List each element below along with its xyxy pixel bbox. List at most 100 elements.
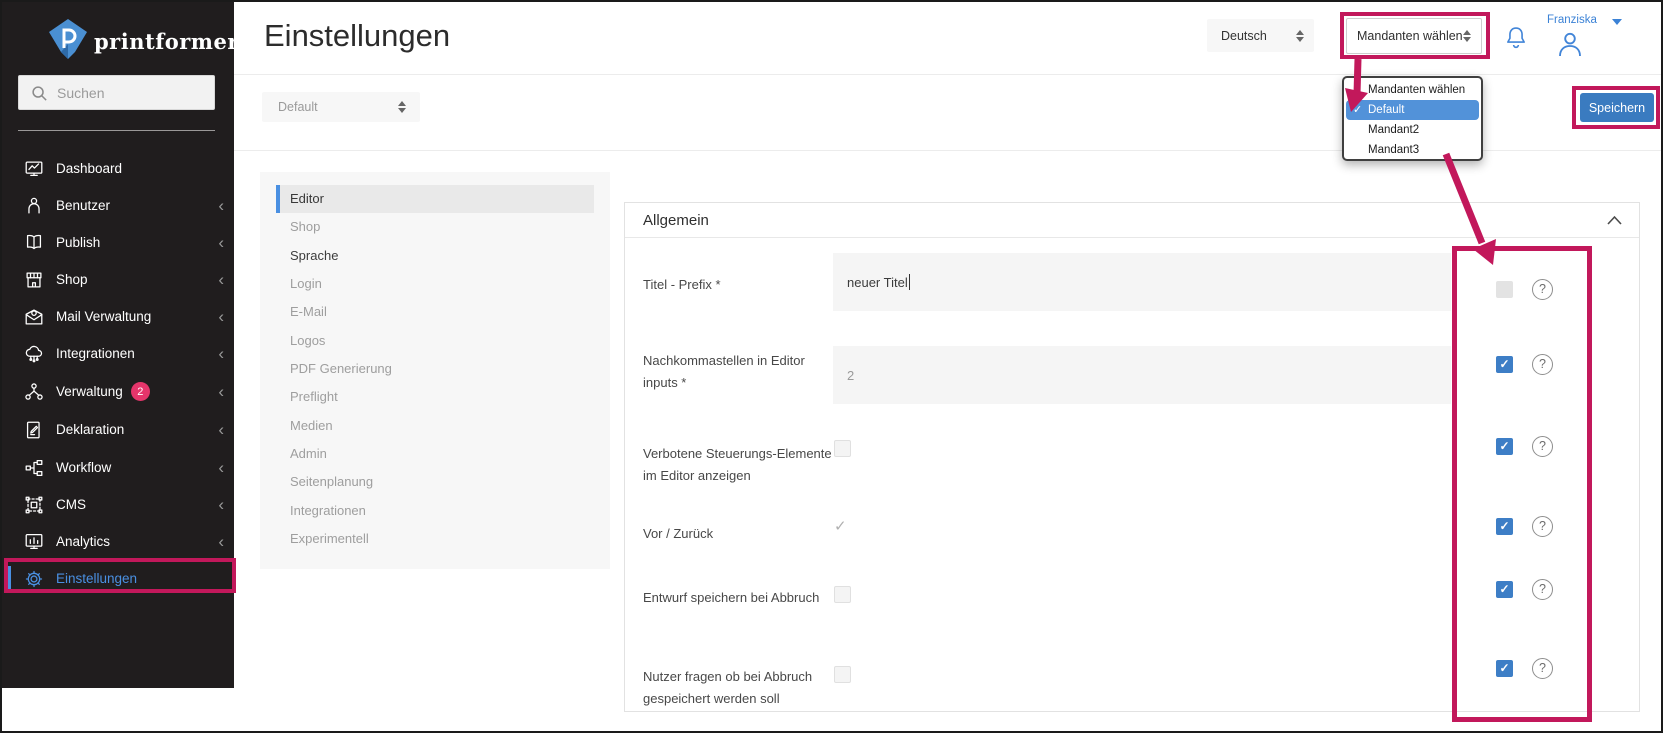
check-icon: ✓ bbox=[1353, 100, 1362, 120]
override-checkbox-row1[interactable] bbox=[1496, 281, 1513, 298]
user-caret-down-icon[interactable] bbox=[1612, 19, 1622, 25]
check-icon: ✓ bbox=[1499, 519, 1509, 533]
override-checkbox-row2[interactable]: ✓ bbox=[1496, 356, 1513, 373]
nutzer-fragen-checkbox[interactable] bbox=[834, 666, 851, 683]
page-title: Einstellungen bbox=[264, 18, 450, 54]
user-name[interactable]: Franziska bbox=[1547, 14, 1597, 26]
field-label-nutzer-fragen: Nutzer fragen ob bei Abbruch gespeichert… bbox=[643, 666, 838, 710]
sidebar-item-label: Benutzer bbox=[56, 198, 110, 213]
settings-nav-item-shop[interactable]: Shop bbox=[276, 213, 594, 241]
tenant-scope-value: Default bbox=[278, 100, 318, 114]
chevron-left-icon: ‹ bbox=[218, 310, 224, 324]
tenant-dropdown-menu: Mandanten wählen ✓Default Mandant2 Manda… bbox=[1342, 76, 1483, 161]
field-label-entwurf-speichern: Entwurf speichern bei Abbruch bbox=[643, 587, 838, 609]
dropdown-item-mandanten-waehlen[interactable]: Mandanten wählen bbox=[1344, 80, 1481, 100]
settings-nav: Editor Shop Sprache Login E-Mail Logos P… bbox=[260, 172, 610, 569]
settings-nav-item-seitenplanung[interactable]: Seitenplanung bbox=[276, 468, 594, 496]
search-input[interactable] bbox=[57, 76, 207, 109]
field-label-titel-prefix: Titel - Prefix * bbox=[643, 274, 838, 296]
help-icon-row2[interactable]: ? bbox=[1532, 354, 1553, 375]
override-checkbox-row3[interactable]: ✓ bbox=[1496, 438, 1513, 455]
settings-nav-item-login[interactable]: Login bbox=[276, 270, 594, 298]
help-icon-row1[interactable]: ? bbox=[1532, 279, 1553, 300]
tenant-select-value: Mandanten wählen bbox=[1357, 29, 1463, 43]
check-icon: ✓ bbox=[1499, 439, 1509, 453]
sidebar-item-shop[interactable]: Shop ‹ bbox=[2, 261, 234, 298]
cloud-icon bbox=[22, 342, 46, 366]
field-label-vor-zurueck: Vor / Zurück bbox=[643, 523, 838, 545]
tenant-select[interactable]: Mandanten wählen bbox=[1346, 18, 1482, 54]
sidebar-item-analytics[interactable]: Analytics ‹ bbox=[2, 523, 234, 560]
override-checkbox-row5[interactable]: ✓ bbox=[1496, 581, 1513, 598]
help-icon-row5[interactable]: ? bbox=[1532, 579, 1553, 600]
dropdown-item-mandant2[interactable]: Mandant2 bbox=[1344, 120, 1481, 140]
settings-nav-item-pdf-generierung[interactable]: PDF Generierung bbox=[276, 355, 594, 383]
vor-zurueck-checkmark[interactable]: ✓ bbox=[834, 517, 847, 535]
nachkommastellen-input[interactable]: 2 bbox=[833, 346, 1451, 404]
help-icon-row4[interactable]: ? bbox=[1532, 516, 1553, 537]
dropdown-item-mandant3[interactable]: Mandant3 bbox=[1344, 140, 1481, 160]
settings-nav-item-logos[interactable]: Logos bbox=[276, 327, 594, 355]
sidebar-item-einstellungen[interactable]: Einstellungen bbox=[2, 560, 234, 597]
chevron-left-icon: ‹ bbox=[218, 423, 224, 437]
select-stepper-icon bbox=[1295, 29, 1304, 43]
settings-nav-item-preflight[interactable]: Preflight bbox=[276, 383, 594, 411]
settings-nav-item-email[interactable]: E-Mail bbox=[276, 298, 594, 326]
sidebar-item-label: Dashboard bbox=[56, 161, 122, 176]
active-indicator-bar bbox=[8, 566, 11, 591]
sidebar-item-label: Integrationen bbox=[56, 346, 135, 361]
settings-nav-item-admin[interactable]: Admin bbox=[276, 440, 594, 468]
sidebar-item-deklaration[interactable]: Deklaration ‹ bbox=[2, 411, 234, 448]
save-button[interactable]: Speichern bbox=[1580, 93, 1654, 122]
override-checkbox-row6[interactable]: ✓ bbox=[1496, 660, 1513, 677]
check-icon: ✓ bbox=[1499, 582, 1509, 596]
settings-nav-item-experimentell[interactable]: Experimentell bbox=[276, 525, 594, 553]
sidebar-search[interactable] bbox=[18, 75, 215, 110]
settings-nav-item-medien[interactable]: Medien bbox=[276, 412, 594, 440]
sidebar-item-verwaltung[interactable]: Verwaltung 2 ‹ bbox=[2, 373, 234, 410]
storefront-icon bbox=[22, 268, 46, 292]
help-icon-row3[interactable]: ? bbox=[1532, 436, 1553, 457]
user-avatar-icon[interactable] bbox=[1554, 28, 1586, 60]
chevron-left-icon: ‹ bbox=[218, 347, 224, 361]
panel-title: Allgemein bbox=[643, 203, 709, 238]
document-edit-icon bbox=[22, 418, 46, 442]
settings-nav-item-sprache[interactable]: Sprache bbox=[276, 242, 594, 270]
settings-nav-item-editor[interactable]: Editor bbox=[276, 185, 594, 213]
check-icon: ✓ bbox=[1499, 661, 1509, 675]
sidebar-item-label: Mail Verwaltung bbox=[56, 309, 151, 324]
settings-nav-item-integrationen[interactable]: Integrationen bbox=[276, 497, 594, 525]
titel-prefix-input[interactable]: neuer Titel bbox=[833, 253, 1451, 311]
override-checkbox-row4[interactable]: ✓ bbox=[1496, 518, 1513, 535]
mail-icon bbox=[22, 305, 46, 329]
verbotene-steuerung-checkbox[interactable] bbox=[834, 440, 851, 457]
panel-header: Allgemein bbox=[625, 203, 1639, 238]
collapse-chevron-up-icon[interactable] bbox=[1606, 215, 1623, 226]
object-group-icon bbox=[22, 493, 46, 517]
entwurf-speichern-checkbox[interactable] bbox=[834, 586, 851, 603]
chevron-left-icon: ‹ bbox=[218, 273, 224, 287]
help-icon-row6[interactable]: ? bbox=[1532, 658, 1553, 679]
notification-bell-icon[interactable] bbox=[1502, 23, 1530, 53]
sidebar-item-workflow[interactable]: Workflow ‹ bbox=[2, 449, 234, 486]
active-indicator-bar bbox=[276, 185, 280, 213]
sidebar-item-integrationen[interactable]: Integrationen ‹ bbox=[2, 335, 234, 372]
sidebar-item-label: Analytics bbox=[56, 534, 110, 549]
analytics-icon bbox=[22, 530, 46, 554]
dashboard-monitor-icon bbox=[22, 157, 46, 181]
sidebar-item-mail-verwaltung[interactable]: Mail Verwaltung ‹ bbox=[2, 298, 234, 335]
sidebar-item-publish[interactable]: Publish ‹ bbox=[2, 224, 234, 261]
app-window: printformer Dashboard Benutzer ‹ Publish… bbox=[0, 0, 1663, 733]
sidebar-item-label: CMS bbox=[56, 497, 86, 512]
printformer-logo-icon bbox=[48, 18, 88, 60]
sidebar-item-benutzer[interactable]: Benutzer ‹ bbox=[2, 187, 234, 224]
gear-icon bbox=[22, 567, 46, 591]
language-select[interactable]: Deutsch bbox=[1207, 19, 1314, 52]
select-stepper-icon bbox=[397, 100, 406, 114]
tenant-scope-select[interactable]: Default bbox=[262, 92, 420, 122]
sidebar-item-label: Verwaltung bbox=[56, 384, 123, 399]
sidebar-item-cms[interactable]: CMS ‹ bbox=[2, 486, 234, 523]
chevron-left-icon: ‹ bbox=[218, 461, 224, 475]
dropdown-item-default[interactable]: ✓Default bbox=[1346, 100, 1479, 120]
sidebar-item-dashboard[interactable]: Dashboard bbox=[2, 150, 234, 187]
